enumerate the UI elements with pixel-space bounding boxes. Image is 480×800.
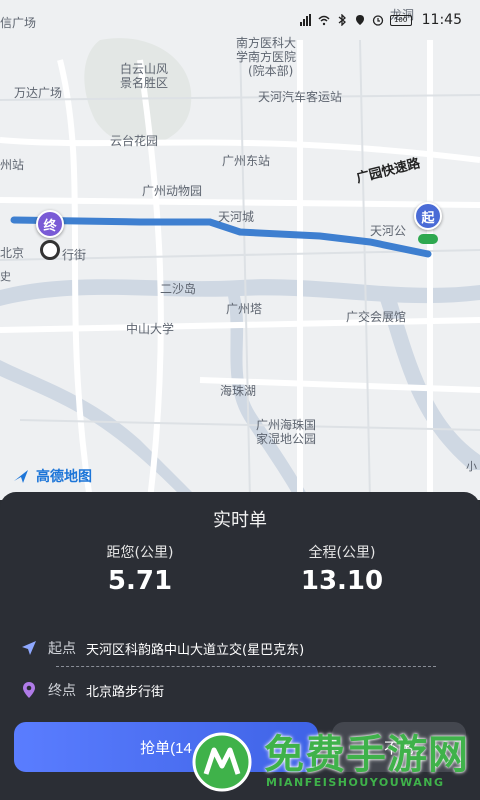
alarm-icon — [372, 15, 383, 26]
amap-logo-text: 高德地图 — [36, 469, 92, 485]
map-view[interactable]: 信广场 白云山风 景名胜区 南方医科大 学南方医院 (院本部) 万达广场 天河汽… — [0, 0, 480, 500]
end-point-row: 终点 北京路步行街 — [20, 680, 164, 700]
signal-icon — [299, 14, 311, 26]
status-time: 11:45 — [421, 12, 462, 28]
end-address: 北京路步行街 — [86, 684, 165, 700]
map-label: 二沙岛 — [160, 282, 197, 296]
amap-logo-icon — [14, 470, 28, 483]
order-title: 实时单 — [213, 510, 267, 531]
grab-order-button[interactable]: 抢单(14 — [14, 722, 318, 772]
end-keyword: 终点 — [48, 683, 76, 699]
map-label: 广州塔 — [226, 302, 263, 316]
navigation-arrow-icon — [22, 641, 36, 655]
pin-icon — [23, 682, 35, 698]
map-label: 中山大学 — [126, 322, 175, 336]
map-label: 天河汽车客运站 — [258, 90, 343, 104]
map-label: 海珠湖 — [220, 384, 257, 398]
end-marker[interactable]: 终 — [36, 210, 64, 238]
wifi-icon — [318, 15, 330, 26]
map-label: 云台花园 — [110, 134, 159, 148]
map-label: 万达广场 — [14, 86, 63, 100]
start-marker[interactable]: 起 — [414, 202, 442, 230]
map-label: 广州东站 — [222, 154, 271, 168]
reject-order-button[interactable]: 不抢 — [332, 722, 466, 772]
distance-value: 5.71 — [107, 566, 173, 596]
start-keyword: 起点 — [48, 641, 76, 657]
start-address: 天河区科韵路中山大道立交(星巴克东) — [86, 642, 305, 658]
distance-label: 距您(公里) — [106, 545, 174, 561]
total-value: 13.10 — [300, 566, 384, 596]
amap-logo: 高德地图 — [12, 466, 92, 486]
map-label: 广交会展馆 — [346, 310, 407, 324]
start-point-row: 起点 天河区科韵路中山大道立交(星巴克东) — [20, 638, 304, 658]
map-label: 景名胜区 — [120, 76, 169, 90]
route-divider — [56, 666, 436, 667]
map-label: 史 — [0, 270, 11, 283]
map-label: 天河城 — [218, 210, 255, 224]
map-label: 州站 — [0, 158, 25, 172]
map-label: (院本部) — [248, 64, 294, 78]
map-label: 小 — [466, 460, 477, 473]
map-label: 天河公 — [370, 224, 407, 238]
battery-icon: 100 — [389, 14, 412, 26]
map-label: 家湿地公园 — [256, 432, 317, 446]
location-icon — [355, 15, 364, 25]
distance-stat: 距您(公里) 5.71 — [40, 542, 240, 596]
order-panel: 实时单 距您(公里) 5.71 全程(公里) 13.10 起点 天河区科韵路中山… — [0, 492, 480, 800]
map-label: 行街 — [62, 248, 87, 262]
traffic-light-icon — [418, 234, 438, 244]
my-location-icon[interactable] — [40, 240, 60, 260]
status-bar: 100 11:45 — [0, 0, 480, 40]
map-label: 广州动物园 — [142, 184, 203, 198]
total-label: 全程(公里) — [308, 545, 376, 561]
bluetooth-icon — [338, 14, 346, 26]
map-label: 北京 — [0, 246, 25, 260]
total-stat: 全程(公里) 13.10 — [242, 542, 442, 596]
